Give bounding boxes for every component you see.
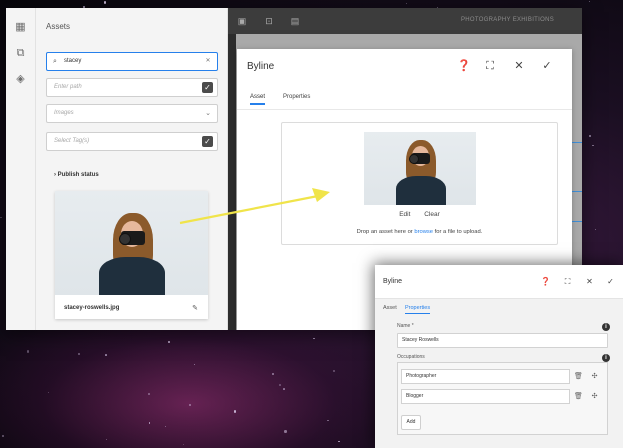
info-icon[interactable]: i — [602, 354, 610, 362]
drop-text-before: Drop an asset here or — [356, 229, 415, 235]
panels-icon[interactable]: ▦ — [15, 22, 26, 33]
assets-panel: Assets ⌕ stacey ✕ Enter path ✓ Images ⌄ … — [36, 8, 228, 330]
add-button[interactable]: Add — [401, 415, 421, 430]
toggle-panel-icon[interactable]: ▣ — [237, 16, 247, 26]
asset-type-select[interactable]: Images ⌄ — [46, 104, 218, 123]
reorder-icon[interactable]: ✣ — [590, 372, 599, 381]
asset-type-value: Images — [54, 110, 74, 116]
search-icon: ⌕ — [53, 58, 57, 65]
occupations-label: Occupations — [397, 354, 425, 360]
help-icon[interactable]: ❓ — [457, 59, 471, 73]
tab-properties[interactable]: Properties — [283, 94, 310, 100]
clear-link[interactable]: Clear — [424, 211, 440, 218]
help-icon[interactable]: ❓ — [540, 276, 551, 287]
star — [592, 144, 594, 147]
publish-status-toggle[interactable]: › Publish status — [54, 172, 99, 178]
asset-card[interactable]: stacey-roswells.jpg ✎ — [55, 191, 208, 319]
occupation-item[interactable]: Photographer — [401, 369, 570, 384]
asset-filename: stacey-roswells.jpg — [64, 305, 120, 311]
close-icon[interactable]: ✕ — [512, 59, 526, 73]
tags-placeholder: Select Tag(s) — [54, 138, 90, 144]
close-icon[interactable]: ✕ — [584, 276, 595, 287]
name-label: Name * — [397, 323, 414, 329]
checkbox-icon[interactable]: ✓ — [202, 136, 213, 147]
search-value: stacey — [64, 58, 82, 64]
properties-window: Byline ❓ ⛶ ✕ ✓ Asset Properties Name * i… — [375, 265, 623, 448]
fullscreen-icon[interactable]: ⛶ — [562, 276, 573, 287]
clear-icon[interactable]: ✕ — [199, 53, 217, 70]
publish-status-label: Publish status — [57, 172, 99, 178]
asset-dropzone[interactable]: Edit Clear Drop an asset here or browse … — [281, 122, 558, 245]
name-field[interactable]: Stacey Roswells — [397, 333, 608, 348]
occupation-item[interactable]: Blogger — [401, 389, 570, 404]
star — [588, 135, 591, 138]
star — [405, 3, 407, 5]
properties-title: Byline — [383, 278, 403, 285]
side-rail: ▦ ⧉ ◈ — [6, 8, 36, 330]
asset-preview — [364, 132, 476, 205]
drop-text-after: for a file to upload. — [433, 229, 483, 235]
panel-title: Assets — [46, 22, 71, 31]
delete-icon[interactable]: 🗑 — [574, 392, 583, 401]
tab-asset[interactable]: Asset — [250, 94, 266, 105]
properties-header: Byline ❓ ⛶ ✕ ✓ — [375, 265, 623, 299]
edit-icon[interactable]: ✎ — [192, 304, 198, 312]
confirm-icon[interactable]: ✓ — [540, 59, 554, 73]
chevron-down-icon: ⌄ — [205, 110, 211, 117]
dialog-title: Byline — [247, 61, 275, 72]
emulator-icon[interactable]: ⊡ — [264, 16, 274, 26]
checkbox-icon[interactable]: ✓ — [202, 82, 213, 93]
preview-actions: Edit Clear — [282, 211, 557, 218]
edit-link[interactable]: Edit — [399, 211, 410, 218]
star — [588, 0, 591, 3]
annotations-icon[interactable]: ▤ — [290, 16, 300, 26]
fullscreen-icon[interactable]: ⛶ — [483, 59, 497, 73]
page-title: PHOTOGRAPHY EXHIBITIONS — [460, 17, 554, 23]
dark-strip — [228, 34, 236, 330]
star — [0, 216, 2, 219]
tab-asset[interactable]: Asset — [383, 305, 397, 311]
confirm-icon[interactable]: ✓ — [605, 276, 616, 287]
path-field[interactable]: Enter path ✓ — [46, 78, 218, 97]
star — [103, 1, 106, 4]
info-icon[interactable]: i — [602, 323, 610, 331]
star — [594, 228, 596, 230]
browse-link[interactable]: browse — [414, 229, 433, 235]
search-input[interactable]: ⌕ stacey ✕ — [46, 52, 218, 71]
assets-icon[interactable]: ⧉ — [15, 48, 26, 59]
chevron-right-icon: › — [54, 172, 56, 178]
drop-instructions: Drop an asset here or browse for a file … — [282, 229, 557, 235]
delete-icon[interactable]: 🗑 — [574, 372, 583, 381]
path-placeholder: Enter path — [54, 84, 82, 90]
tags-field[interactable]: Select Tag(s) ✓ — [46, 132, 218, 151]
tab-properties[interactable]: Properties — [405, 305, 431, 314]
reorder-icon[interactable]: ✣ — [590, 392, 599, 401]
asset-thumbnail — [55, 191, 208, 295]
editor-toolbar: ▣ ⊡ ▤ PHOTOGRAPHY EXHIBITIONS — [228, 8, 582, 34]
tab-divider — [237, 109, 572, 110]
layers-icon[interactable]: ◈ — [15, 74, 26, 85]
